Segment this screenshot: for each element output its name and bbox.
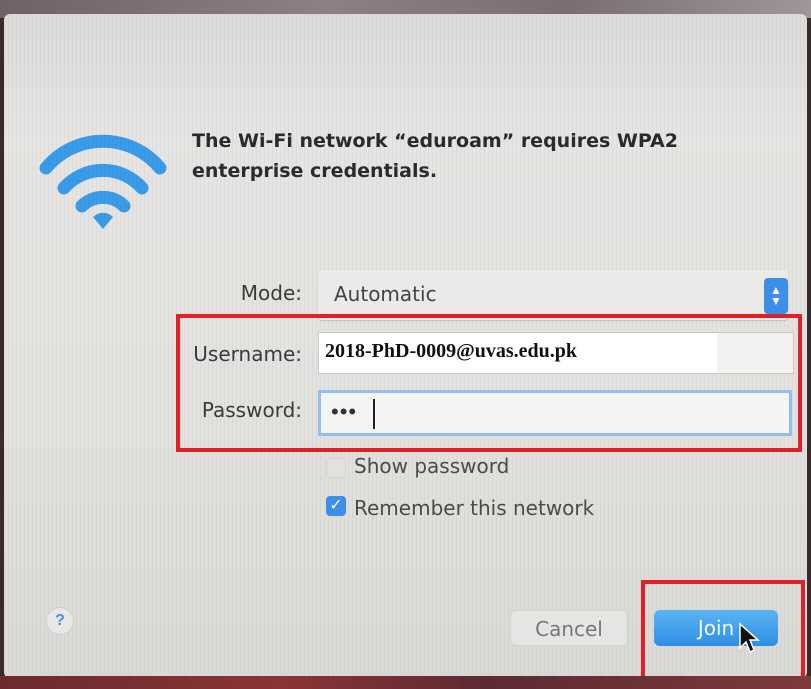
- dialog-title: The Wi-Fi network “eduroam” requires WPA…: [192, 130, 678, 182]
- show-password-checkbox[interactable]: [326, 458, 346, 478]
- mouse-pointer-icon: [739, 622, 760, 654]
- help-button[interactable]: ?: [46, 607, 74, 635]
- remember-network-checkbox[interactable]: ✓: [326, 496, 346, 516]
- credentials-highlight: [176, 314, 802, 452]
- cancel-button[interactable]: Cancel: [510, 610, 628, 646]
- remember-network-label[interactable]: Remember this network: [354, 496, 594, 520]
- show-password-label[interactable]: Show password: [354, 454, 509, 478]
- mode-value: Automatic: [334, 282, 437, 306]
- mode-label: Mode:: [240, 281, 302, 305]
- join-highlight: [641, 580, 805, 682]
- chevron-updown-icon[interactable]: ▲ ▼: [764, 278, 788, 314]
- wifi-icon: [39, 134, 167, 229]
- background-bottom: [0, 676, 811, 689]
- mode-select[interactable]: Automatic ▲ ▼: [318, 270, 788, 320]
